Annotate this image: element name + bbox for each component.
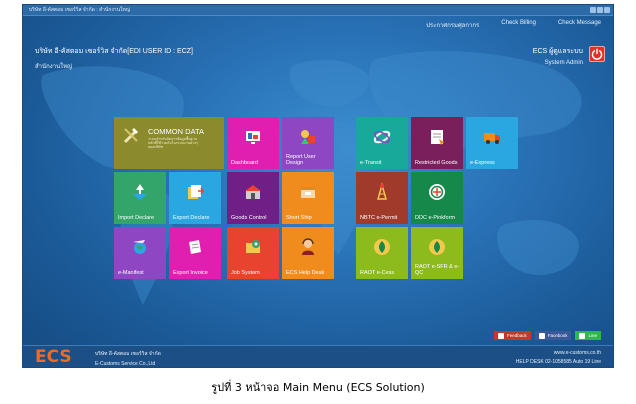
export-documents-icon bbox=[188, 184, 205, 199]
tile-e-transit-label: e-Transit bbox=[360, 160, 382, 166]
ecs-logo: ECS bbox=[35, 347, 72, 367]
tile-short-ship-label: Short Ship bbox=[286, 215, 312, 221]
tile-ddc-e-pinkform-label: DDC e-Pinkform bbox=[415, 215, 456, 221]
line-label: Line bbox=[588, 333, 597, 338]
dashboard-icon bbox=[246, 130, 260, 144]
common-data-description: ระบบสำหรับจัดการข้อมูลพื้นฐานหลักที่ใช้ร… bbox=[148, 137, 198, 149]
tile-ddc-e-pinkform[interactable]: DDC e-Pinkform bbox=[411, 172, 463, 224]
tile-raot-e-sfr-label: RAOT e-SFR & e-QC bbox=[415, 264, 460, 276]
figure-caption: รูปที่ 3 หน้าจอ Main Menu (ECS Solution) bbox=[211, 381, 425, 394]
tile-goods-control-label: Goods Control bbox=[231, 215, 267, 221]
raot-emblem-icon bbox=[374, 238, 390, 255]
facebook-label: Facebook bbox=[547, 333, 568, 338]
line-icon bbox=[579, 332, 586, 339]
tile-import-declare-label: Import Declare bbox=[118, 215, 155, 221]
footer-bar: ECS บริษัท อี-คัสตอม เซอร์วิส จำกัด E-Cu… bbox=[23, 345, 613, 367]
tile-e-express[interactable]: e-Express bbox=[466, 117, 518, 169]
transit-ring-icon bbox=[373, 130, 391, 144]
maximize-icon[interactable] bbox=[597, 7, 603, 13]
line-button[interactable]: Line bbox=[575, 331, 601, 340]
delivery-truck-icon bbox=[484, 132, 500, 144]
title-bar: บริษัท อี-คัสตอม เซอร์วิส จำกัด : สำนักง… bbox=[23, 5, 613, 16]
invoice-paper-icon bbox=[189, 239, 201, 254]
footer-helpdesk: HELP DESK 02-1058585 Auto 19 Line bbox=[515, 359, 601, 365]
tile-restricted-goods-label: Restricted Goods bbox=[415, 160, 458, 166]
close-icon[interactable] bbox=[604, 7, 610, 13]
window-controls bbox=[590, 7, 610, 13]
footer-company-th: บริษัท อี-คัสตอม เซอร์วิส จำกัด bbox=[95, 351, 161, 357]
check-message-link[interactable]: Check Message bbox=[558, 20, 601, 30]
tile-common-data[interactable]: COMMON DATA ระบบสำหรับจัดการข้อมูลพื้นฐา… bbox=[114, 117, 224, 169]
logout-button[interactable] bbox=[589, 46, 605, 62]
tile-job-system-label: Job System bbox=[231, 270, 260, 276]
tile-ecs-help-desk[interactable]: ECS Help Desk bbox=[282, 227, 334, 279]
raot-emblem-icon bbox=[429, 238, 445, 255]
help-desk-agent-icon bbox=[302, 238, 314, 255]
tile-e-manifest-label: e-Manifest bbox=[118, 270, 144, 276]
user-name: ECS ผู้ดูแลระบบ bbox=[532, 48, 583, 55]
wrench-screwdriver-icon bbox=[124, 128, 138, 143]
tile-raot-e-cess[interactable]: RAOT e-Cess bbox=[356, 227, 408, 279]
check-billing-link[interactable]: Check Billing bbox=[501, 20, 536, 30]
tile-raot-e-sfr[interactable]: RAOT e-SFR & e-QC bbox=[411, 227, 463, 279]
antenna-tower-icon bbox=[377, 182, 387, 200]
common-data-title: COMMON DATA bbox=[148, 127, 204, 136]
shapes-icon bbox=[301, 129, 315, 144]
tile-job-system[interactable]: Job System bbox=[227, 227, 279, 279]
import-arrows-icon bbox=[133, 183, 147, 200]
company-info: บริษัท อี-คัสตอม เซอร์วิส จำกัด[EDI USER… bbox=[35, 46, 193, 71]
tile-nbtc-e-permit-label: NBTC e-Permit bbox=[360, 215, 398, 221]
power-icon bbox=[591, 48, 603, 60]
cargo-box-icon bbox=[301, 186, 315, 198]
tile-dashboard[interactable]: Dashboard bbox=[227, 117, 279, 169]
tile-e-manifest[interactable]: e-Manifest bbox=[114, 227, 166, 279]
tile-report-user-design[interactable]: Report User Design bbox=[282, 117, 334, 169]
tile-e-express-label: e-Express bbox=[470, 160, 495, 166]
footer-website[interactable]: www.e-customs.co.th bbox=[516, 350, 601, 356]
main-window: บริษัท อี-คัสตอม เซอร์วิส จำกัด : สำนักง… bbox=[22, 4, 614, 368]
tile-restricted-goods[interactable]: Restricted Goods bbox=[411, 117, 463, 169]
warehouse-icon bbox=[245, 184, 261, 199]
tile-dashboard-label: Dashboard bbox=[231, 160, 258, 166]
user-info: ECS ผู้ดูแลระบบ System Admin bbox=[533, 46, 583, 66]
tile-import-declare[interactable]: Import Declare bbox=[114, 172, 166, 224]
ddc-emblem-icon bbox=[429, 183, 445, 200]
tile-report-user-design-label: Report User Design bbox=[286, 154, 316, 166]
tile-ecs-help-desk-label: ECS Help Desk bbox=[286, 270, 325, 276]
tile-short-ship[interactable]: Short Ship bbox=[282, 172, 334, 224]
social-buttons: Feedback Facebook Line bbox=[493, 331, 601, 340]
footer-company-en: E-Customs Service Co.,Ltd bbox=[95, 361, 156, 367]
tile-export-invoice[interactable]: Export Invoice bbox=[169, 227, 221, 279]
feedback-button[interactable]: Feedback bbox=[493, 331, 531, 340]
job-gears-icon bbox=[246, 239, 260, 253]
company-branch: สำนักงานใหญ่ bbox=[35, 64, 73, 70]
globe-plane-icon bbox=[133, 239, 146, 254]
facebook-icon bbox=[538, 332, 545, 339]
tile-e-transit[interactable]: e-Transit bbox=[356, 117, 408, 169]
feedback-label: Feedback bbox=[506, 333, 527, 338]
tile-raot-e-cess-label: RAOT e-Cess bbox=[360, 270, 395, 276]
customs-announcement-link[interactable]: ประกาศกรมศุลกากร bbox=[426, 20, 479, 30]
feedback-icon bbox=[497, 332, 504, 339]
window-title: บริษัท อี-คัสตอม เซอร์วิส จำกัด : สำนักง… bbox=[29, 7, 131, 13]
tile-export-declare[interactable]: Export Declare bbox=[169, 172, 221, 224]
minimize-icon[interactable] bbox=[590, 7, 596, 13]
footer-contact: www.e-customs.co.th HELP DESK 02-1058585… bbox=[516, 350, 601, 365]
footer-company: บริษัท อี-คัสตอม เซอร์วิส จำกัด E-Custom… bbox=[95, 350, 161, 367]
user-role: System Admin bbox=[544, 60, 583, 66]
tile-export-declare-label: Export Declare bbox=[173, 215, 210, 221]
document-stamp-icon bbox=[431, 129, 444, 145]
facebook-button[interactable]: Facebook bbox=[534, 331, 572, 340]
tile-goods-control[interactable]: Goods Control bbox=[227, 172, 279, 224]
tile-export-invoice-label: Export Invoice bbox=[173, 270, 208, 276]
top-links: ประกาศกรมศุลกากร Check Billing Check Mes… bbox=[426, 20, 601, 30]
tile-nbtc-e-permit[interactable]: NBTC e-Permit bbox=[356, 172, 408, 224]
company-name: บริษัท อี-คัสตอม เซอร์วิส จำกัด[EDI USER… bbox=[35, 48, 193, 55]
